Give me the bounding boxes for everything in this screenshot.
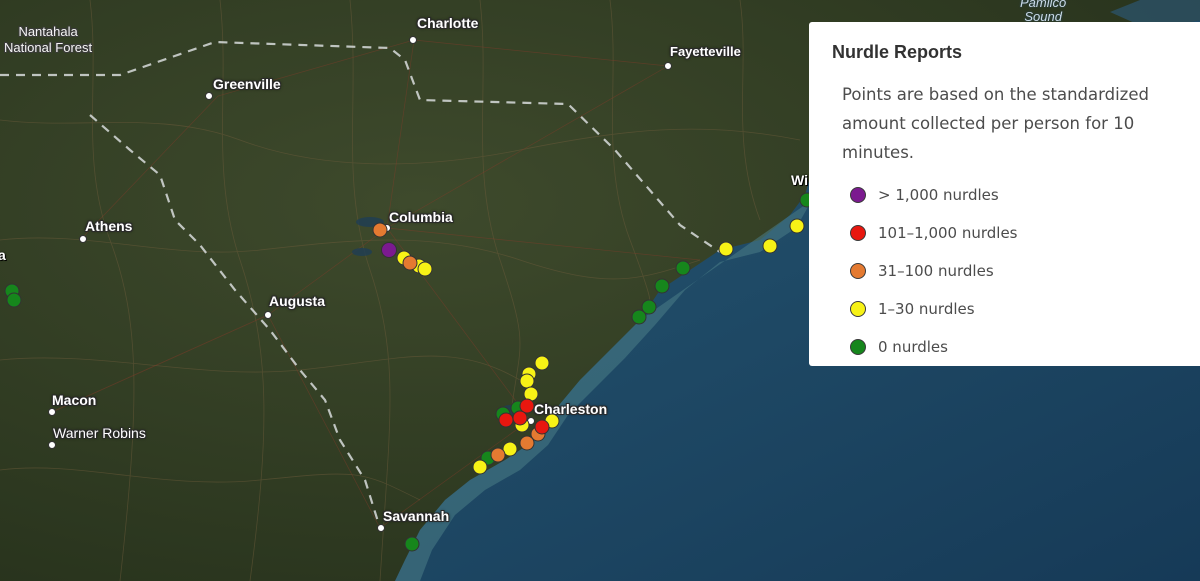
legend-item-label: 1–30 nurdles [878, 300, 975, 318]
legend-swatch-orange-icon [850, 263, 866, 279]
legend-item-label: 101–1,000 nurdles [878, 224, 1018, 242]
points-green [4, 192, 815, 552]
nurdle-point[interactable] [519, 435, 535, 451]
nurdle-point[interactable] [417, 261, 433, 277]
nurdle-point[interactable] [519, 373, 535, 389]
map-view[interactable]: Nantahala National Forest Pamlico Sound … [0, 0, 1200, 581]
legend-item: 101–1,000 nurdles [850, 214, 1178, 252]
legend-item-label: > 1,000 nurdles [878, 186, 999, 204]
legend-item: 1–30 nurdles [850, 290, 1178, 328]
nurdle-point[interactable] [762, 238, 778, 254]
nurdle-point[interactable] [498, 412, 514, 428]
nurdle-point[interactable] [402, 255, 418, 271]
nurdle-point[interactable] [472, 459, 488, 475]
legend-item: > 1,000 nurdles [850, 176, 1178, 214]
legend-item: 31–100 nurdles [850, 252, 1178, 290]
legend-description: Points are based on the standardized amo… [842, 85, 1149, 162]
legend-items: > 1,000 nurdles 101–1,000 nurdles 31–100… [850, 176, 1178, 366]
nurdle-point[interactable] [404, 536, 420, 552]
legend-panel: Nurdle Reports Points are based on the s… [809, 22, 1200, 366]
legend-swatch-yellow-icon [850, 301, 866, 317]
nurdle-point[interactable] [631, 309, 647, 325]
nurdle-point[interactable] [372, 222, 388, 238]
legend-title: Nurdle Reports [832, 42, 963, 62]
legend-swatch-green-icon [850, 339, 866, 355]
legend-item-label: 0 nurdles [878, 338, 948, 356]
nurdle-point[interactable] [512, 410, 528, 426]
nurdle-point[interactable] [534, 355, 550, 371]
points-purple [381, 242, 397, 258]
nurdle-point[interactable] [381, 242, 397, 258]
nurdle-point[interactable] [654, 278, 670, 294]
nurdle-point[interactable] [534, 419, 550, 435]
legend-swatch-red-icon [850, 225, 866, 241]
nurdle-point[interactable] [718, 241, 734, 257]
legend-item: 0 nurdles [850, 328, 1178, 366]
legend-item-label: 31–100 nurdles [878, 262, 994, 280]
nurdle-point[interactable] [675, 260, 691, 276]
nurdle-point[interactable] [789, 218, 805, 234]
nurdle-point[interactable] [490, 447, 506, 463]
legend-swatch-purple-icon [850, 187, 866, 203]
nurdle-point[interactable] [6, 292, 22, 308]
points-yellow [396, 218, 805, 475]
